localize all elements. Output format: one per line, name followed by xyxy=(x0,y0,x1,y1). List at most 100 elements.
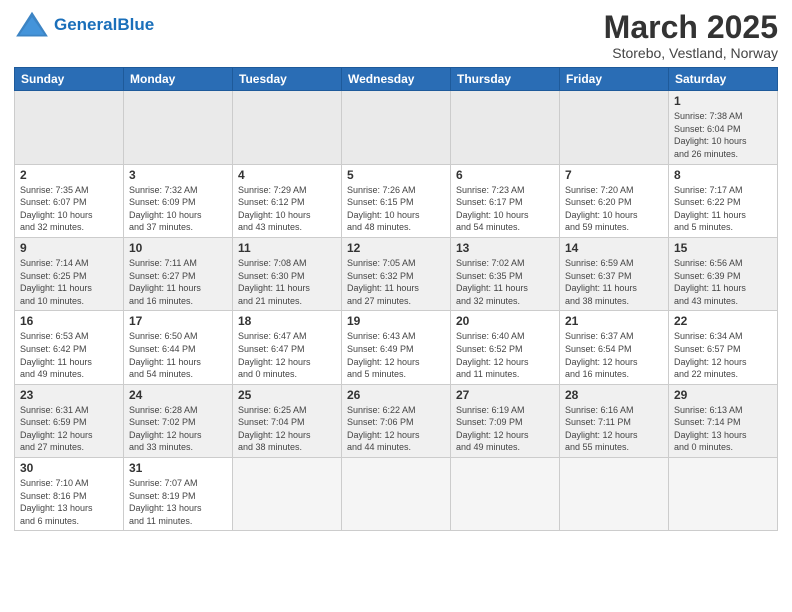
col-thursday: Thursday xyxy=(451,68,560,91)
day-info: Sunrise: 7:32 AM Sunset: 6:09 PM Dayligh… xyxy=(129,184,227,234)
calendar-cell: 8 Sunrise: 7:17 AM Sunset: 6:22 PM Daylig… xyxy=(669,164,778,237)
calendar-table: Sunday Monday Tuesday Wednesday Thursday… xyxy=(14,67,778,531)
calendar-cell: 7 Sunrise: 7:20 AM Sunset: 6:20 PM Daylig… xyxy=(560,164,669,237)
day-number: 7 xyxy=(565,168,663,182)
calendar-week-4: 16 Sunrise: 6:53 AM Sunset: 6:42 PM Dayli… xyxy=(15,311,778,384)
calendar-cell: 13 Sunrise: 7:02 AM Sunset: 6:35 PM Dayli… xyxy=(451,237,560,310)
header: GeneralBlue March 2025 Storebo, Vestland… xyxy=(14,10,778,61)
day-info: Sunrise: 7:29 AM Sunset: 6:12 PM Dayligh… xyxy=(238,184,336,234)
calendar-cell: 25Sunrise: 6:25 AM Sunset: 7:04 PM Dayli… xyxy=(233,384,342,457)
day-info: Sunrise: 6:34 AM Sunset: 6:57 PM Dayligh… xyxy=(674,330,772,380)
calendar-cell: 24 Sunrise: 6:28 AM Sunset: 7:02 PM Dayli… xyxy=(124,384,233,457)
day-info: Sunrise: 6:22 AM Sunset: 7:06 PM Dayligh… xyxy=(347,404,445,454)
day-info: Sunrise: 7:08 AM Sunset: 6:30 PM Dayligh… xyxy=(238,257,336,307)
calendar-week-6: 30 Sunrise: 7:10 AM Sunset: 8:16 PM Dayli… xyxy=(15,458,778,531)
day-number: 5 xyxy=(347,168,445,182)
calendar-cell: 30 Sunrise: 7:10 AM Sunset: 8:16 PM Dayli… xyxy=(15,458,124,531)
calendar-cell xyxy=(560,458,669,531)
day-number: 11 xyxy=(238,241,336,255)
day-number: 13 xyxy=(456,241,554,255)
calendar-cell: 28 Sunrise: 6:16 AM Sunset: 7:11 PM Dayli… xyxy=(560,384,669,457)
day-number: 21 xyxy=(565,314,663,328)
calendar-cell xyxy=(451,91,560,164)
day-number: 4 xyxy=(238,168,336,182)
calendar-cell: 22 Sunrise: 6:34 AM Sunset: 6:57 PM Dayli… xyxy=(669,311,778,384)
calendar-cell: 20 Sunrise: 6:40 AM Sunset: 6:52 PM Dayli… xyxy=(451,311,560,384)
day-number: 10 xyxy=(129,241,227,255)
col-tuesday: Tuesday xyxy=(233,68,342,91)
calendar-cell: 2Sunrise: 7:35 AM Sunset: 6:07 PM Daylig… xyxy=(15,164,124,237)
calendar-cell: 6Sunrise: 7:23 AM Sunset: 6:17 PM Daylig… xyxy=(451,164,560,237)
day-number: 25 xyxy=(238,388,336,402)
day-number: 31 xyxy=(129,461,227,475)
title-block: March 2025 Storebo, Vestland, Norway xyxy=(604,10,778,61)
calendar-cell: 18Sunrise: 6:47 AM Sunset: 6:47 PM Dayli… xyxy=(233,311,342,384)
calendar-cell: 19 Sunrise: 6:43 AM Sunset: 6:49 PM Dayli… xyxy=(342,311,451,384)
day-number: 22 xyxy=(674,314,772,328)
logo-text: GeneralBlue xyxy=(54,16,154,35)
calendar-cell xyxy=(233,91,342,164)
calendar-week-2: 2Sunrise: 7:35 AM Sunset: 6:07 PM Daylig… xyxy=(15,164,778,237)
day-number: 8 xyxy=(674,168,772,182)
day-info: Sunrise: 6:16 AM Sunset: 7:11 PM Dayligh… xyxy=(565,404,663,454)
calendar-cell xyxy=(669,458,778,531)
calendar-cell: 29 Sunrise: 6:13 AM Sunset: 7:14 PM Dayli… xyxy=(669,384,778,457)
day-info: Sunrise: 6:47 AM Sunset: 6:47 PM Dayligh… xyxy=(238,330,336,380)
calendar-cell xyxy=(124,91,233,164)
calendar-cell xyxy=(233,458,342,531)
day-info: Sunrise: 6:56 AM Sunset: 6:39 PM Dayligh… xyxy=(674,257,772,307)
day-info: Sunrise: 7:23 AM Sunset: 6:17 PM Dayligh… xyxy=(456,184,554,234)
col-saturday: Saturday xyxy=(669,68,778,91)
day-info: Sunrise: 6:43 AM Sunset: 6:49 PM Dayligh… xyxy=(347,330,445,380)
day-info: Sunrise: 7:17 AM Sunset: 6:22 PM Dayligh… xyxy=(674,184,772,234)
day-number: 20 xyxy=(456,314,554,328)
subtitle: Storebo, Vestland, Norway xyxy=(604,45,778,61)
day-info: Sunrise: 6:50 AM Sunset: 6:44 PM Dayligh… xyxy=(129,330,227,380)
day-number: 12 xyxy=(347,241,445,255)
col-friday: Friday xyxy=(560,68,669,91)
day-info: Sunrise: 7:02 AM Sunset: 6:35 PM Dayligh… xyxy=(456,257,554,307)
day-info: Sunrise: 7:20 AM Sunset: 6:20 PM Dayligh… xyxy=(565,184,663,234)
calendar-cell: 31 Sunrise: 7:07 AM Sunset: 8:19 PM Dayli… xyxy=(124,458,233,531)
day-number: 26 xyxy=(347,388,445,402)
day-number: 9 xyxy=(20,241,118,255)
day-number: 28 xyxy=(565,388,663,402)
day-number: 3 xyxy=(129,168,227,182)
col-monday: Monday xyxy=(124,68,233,91)
calendar-cell: 5Sunrise: 7:26 AM Sunset: 6:15 PM Daylig… xyxy=(342,164,451,237)
day-info: Sunrise: 6:53 AM Sunset: 6:42 PM Dayligh… xyxy=(20,330,118,380)
day-info: Sunrise: 6:13 AM Sunset: 7:14 PM Dayligh… xyxy=(674,404,772,454)
page: GeneralBlue March 2025 Storebo, Vestland… xyxy=(0,0,792,612)
day-number: 30 xyxy=(20,461,118,475)
calendar-body: 1Sunrise: 7:38 AM Sunset: 6:04 PM Daylig… xyxy=(15,91,778,531)
day-info: Sunrise: 7:10 AM Sunset: 8:16 PM Dayligh… xyxy=(20,477,118,527)
day-info: Sunrise: 6:40 AM Sunset: 6:52 PM Dayligh… xyxy=(456,330,554,380)
calendar-cell: 3 Sunrise: 7:32 AM Sunset: 6:09 PM Daylig… xyxy=(124,164,233,237)
day-number: 29 xyxy=(674,388,772,402)
calendar-cell: 21Sunrise: 6:37 AM Sunset: 6:54 PM Dayli… xyxy=(560,311,669,384)
day-info: Sunrise: 7:11 AM Sunset: 6:27 PM Dayligh… xyxy=(129,257,227,307)
logo-icon xyxy=(14,10,50,40)
calendar-cell xyxy=(15,91,124,164)
calendar-cell: 26 Sunrise: 6:22 AM Sunset: 7:06 PM Dayli… xyxy=(342,384,451,457)
day-number: 27 xyxy=(456,388,554,402)
calendar-week-1: 1Sunrise: 7:38 AM Sunset: 6:04 PM Daylig… xyxy=(15,91,778,164)
day-info: Sunrise: 6:28 AM Sunset: 7:02 PM Dayligh… xyxy=(129,404,227,454)
day-info: Sunrise: 7:07 AM Sunset: 8:19 PM Dayligh… xyxy=(129,477,227,527)
day-number: 15 xyxy=(674,241,772,255)
calendar-cell: 9Sunrise: 7:14 AM Sunset: 6:25 PM Daylig… xyxy=(15,237,124,310)
logo-general: General xyxy=(54,15,117,34)
day-number: 14 xyxy=(565,241,663,255)
calendar-cell xyxy=(342,91,451,164)
day-number: 23 xyxy=(20,388,118,402)
calendar-header: Sunday Monday Tuesday Wednesday Thursday… xyxy=(15,68,778,91)
day-number: 19 xyxy=(347,314,445,328)
calendar-cell: 12Sunrise: 7:05 AM Sunset: 6:32 PM Dayli… xyxy=(342,237,451,310)
calendar-cell: 15 Sunrise: 6:56 AM Sunset: 6:39 PM Dayli… xyxy=(669,237,778,310)
day-number: 16 xyxy=(20,314,118,328)
day-number: 24 xyxy=(129,388,227,402)
day-number: 1 xyxy=(674,94,772,108)
calendar-cell: 10 Sunrise: 7:11 AM Sunset: 6:27 PM Dayli… xyxy=(124,237,233,310)
calendar-week-3: 9Sunrise: 7:14 AM Sunset: 6:25 PM Daylig… xyxy=(15,237,778,310)
day-number: 17 xyxy=(129,314,227,328)
